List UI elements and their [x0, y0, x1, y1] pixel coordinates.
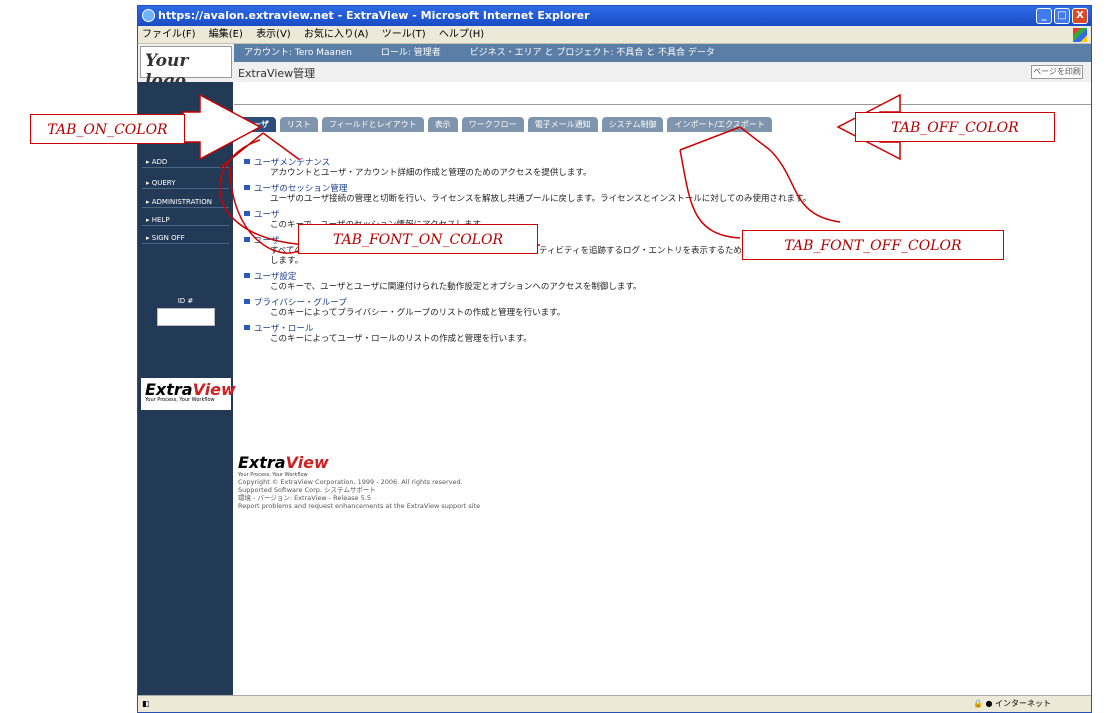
app-header: Your logo アカウント: Tero Maanen ロール: 管理者 ビジ…: [138, 44, 1091, 91]
footer-support-link[interactable]: Report problems and request enhancements…: [238, 502, 638, 510]
ie-icon: [142, 9, 155, 22]
footer-support-line: Supported Software Corp. システムサポート: [238, 486, 376, 494]
list-item-desc: このキーによってプライバシー・グループのリストの作成と管理を行います。: [270, 308, 566, 318]
label-tab-font-on-color: TAB_FONT_ON_COLOR: [298, 224, 538, 254]
id-input[interactable]: [157, 308, 215, 326]
label-tab-on-color: TAB_ON_COLOR: [30, 114, 185, 144]
zone-label: インターネット: [995, 699, 1051, 708]
list-item: ユーザ設定 このキーで、ユーザとユーザに関連付けられた動作設定とオプションへのア…: [244, 270, 814, 292]
nav-account[interactable]: アカウント: Tero Maanen: [244, 48, 352, 58]
bullet-icon: [244, 237, 250, 242]
nav-business-area[interactable]: ビジネス・エリア と プロジェクト: 不具合 と 不具合 データ: [470, 48, 715, 58]
close-button[interactable]: X: [1072, 8, 1088, 24]
sidebar-item-label: ADMINISTRATION: [151, 198, 212, 206]
window-title: https://avalon.extraview.net - ExtraView…: [158, 9, 590, 22]
menu-view[interactable]: 表示(V): [256, 29, 291, 40]
list-item-link[interactable]: ユーザ: [254, 208, 814, 220]
tab-workflow[interactable]: ワークフロー: [461, 117, 524, 132]
bullet-icon: [244, 273, 250, 278]
bullet-icon: [244, 185, 250, 190]
security-zone: 🔒 ● インターネット: [972, 699, 1051, 708]
company-logo: Your logo: [140, 46, 232, 91]
bullet-icon: [244, 211, 250, 216]
label-tab-off-color: TAB_OFF_COLOR: [855, 112, 1055, 142]
sidebar-extraview-logo: ExtraView Your Process, Your Workflow: [141, 378, 236, 410]
header-divider: [234, 104, 1091, 105]
footer-copyright: Copyright © ExtraView Corporation, 1999 …: [238, 478, 463, 486]
tab-lists[interactable]: リスト: [279, 117, 318, 132]
nav-role[interactable]: ロール: 管理者: [381, 48, 441, 58]
menu-tools[interactable]: ツール(T): [382, 29, 426, 40]
menu-help[interactable]: ヘルプ(H): [439, 29, 484, 40]
tab-users[interactable]: ユーザ: [238, 117, 276, 132]
sidebar-item-administration[interactable]: ▸ ADMINISTRATION: [142, 196, 229, 208]
tab-import-export[interactable]: インポート/エクスポート: [667, 117, 772, 132]
stage: https://avalon.extraview.net - ExtraView…: [0, 0, 1112, 713]
footer-extraview-logo: ExtraView Your Process, Your Workflow: [238, 454, 638, 479]
page-title: ExtraView管理: [238, 67, 316, 80]
list-item-link[interactable]: ユーザのセッション管理: [254, 182, 814, 194]
maximize-button[interactable]: □: [1054, 8, 1070, 24]
sidebar-item-sign-off[interactable]: ▸ SIGN OFF: [142, 232, 229, 244]
title-bar: https://avalon.extraview.net - ExtraView…: [138, 6, 1091, 26]
sidebar-item-label: HELP: [151, 216, 170, 224]
tab-display[interactable]: 表示: [427, 117, 458, 132]
label-tab-font-off-color: TAB_FONT_OFF_COLOR: [742, 230, 1004, 260]
list-item: ユーザ・ロール このキーによってユーザ・ロールのリストの作成と管理を行います。: [244, 322, 814, 344]
list-item-link[interactable]: ユーザ設定: [254, 270, 814, 282]
sidebar-item-query[interactable]: ▸ QUERY: [142, 177, 229, 189]
id-label: ID #: [177, 297, 194, 305]
list-item: ユーザのセッション管理 ユーザのユーザ接続の管理と切断を行い、ライセンスを解放し…: [244, 182, 814, 204]
windows-logo-icon: [1073, 28, 1087, 42]
page-footer: ExtraView Your Process, Your Workflow Cop…: [238, 454, 638, 511]
bullet-icon: [244, 299, 250, 304]
tab-system-control[interactable]: システム制御: [601, 117, 664, 132]
list-item-link[interactable]: プライバシー・グループ: [254, 296, 814, 308]
bullet-icon: [244, 325, 250, 330]
tab-fields-layouts[interactable]: フィールドとレイアウト: [321, 117, 424, 132]
list-item: ユーザメンテナンス アカウントとユーザ・アカウント詳細の作成と管理のためのアクセ…: [244, 156, 814, 178]
sidebar-item-label: ADD: [151, 158, 168, 166]
tab-bar: ユーザ リスト フィールドとレイアウト 表示 ワークフロー 電子メール通知 シス…: [238, 117, 772, 132]
footer-version: 環境 - バージョン: ExtraView - Release 5.5: [238, 494, 371, 502]
list-item-desc: このキーで、ユーザとユーザに関連付けられた動作設定とオプションへのアクセスを制御…: [270, 282, 642, 292]
top-nav: アカウント: Tero Maanen ロール: 管理者 ビジネス・エリア と プ…: [234, 44, 1091, 62]
list-item-desc: このキーによってユーザ・ロールのリストの作成と管理を行います。: [270, 334, 532, 344]
sidebar-item-label: QUERY: [151, 179, 176, 187]
list-item-link[interactable]: ユーザ・ロール: [254, 322, 814, 334]
list-item-desc: アカウントとユーザ・アカウント詳細の作成と管理のためのアクセスを提供します。: [270, 168, 592, 178]
menu-favorites[interactable]: お気に入り(A): [304, 29, 369, 40]
bullet-icon: [244, 159, 250, 164]
print-page-button[interactable]: ページを印刷: [1031, 65, 1083, 79]
minimize-button[interactable]: _: [1036, 8, 1052, 24]
menu-file[interactable]: ファイル(F): [142, 29, 196, 40]
window-controls: _ □ X: [1036, 8, 1088, 24]
sidebar-item-help[interactable]: ▸ HELP: [142, 214, 229, 226]
menu-bar: ファイル(F) 編集(E) 表示(V) お気に入り(A) ツール(T) ヘルプ(…: [138, 26, 1091, 44]
page-icon: ◧: [142, 699, 150, 708]
sidebar-item-label: SIGN OFF: [151, 234, 185, 242]
sidebar: ▸ ADD ▸ QUERY ▸ ADMINISTRATION ▸ HELP ▸ …: [138, 82, 236, 697]
list-item-desc: ユーザのユーザ接続の管理と切断を行い、ライセンスを解放し共通プールに戻します。ラ…: [270, 194, 812, 204]
status-bar: ◧ 🔒 ● インターネット: [138, 695, 1091, 712]
list-item-link[interactable]: ユーザメンテナンス: [254, 156, 814, 168]
tab-email-notification[interactable]: 電子メール通知: [527, 117, 598, 132]
list-item: プライバシー・グループ このキーによってプライバシー・グループのリストの作成と管…: [244, 296, 814, 318]
sidebar-item-add[interactable]: ▸ ADD: [142, 156, 229, 168]
menu-edit[interactable]: 編集(E): [209, 29, 243, 40]
